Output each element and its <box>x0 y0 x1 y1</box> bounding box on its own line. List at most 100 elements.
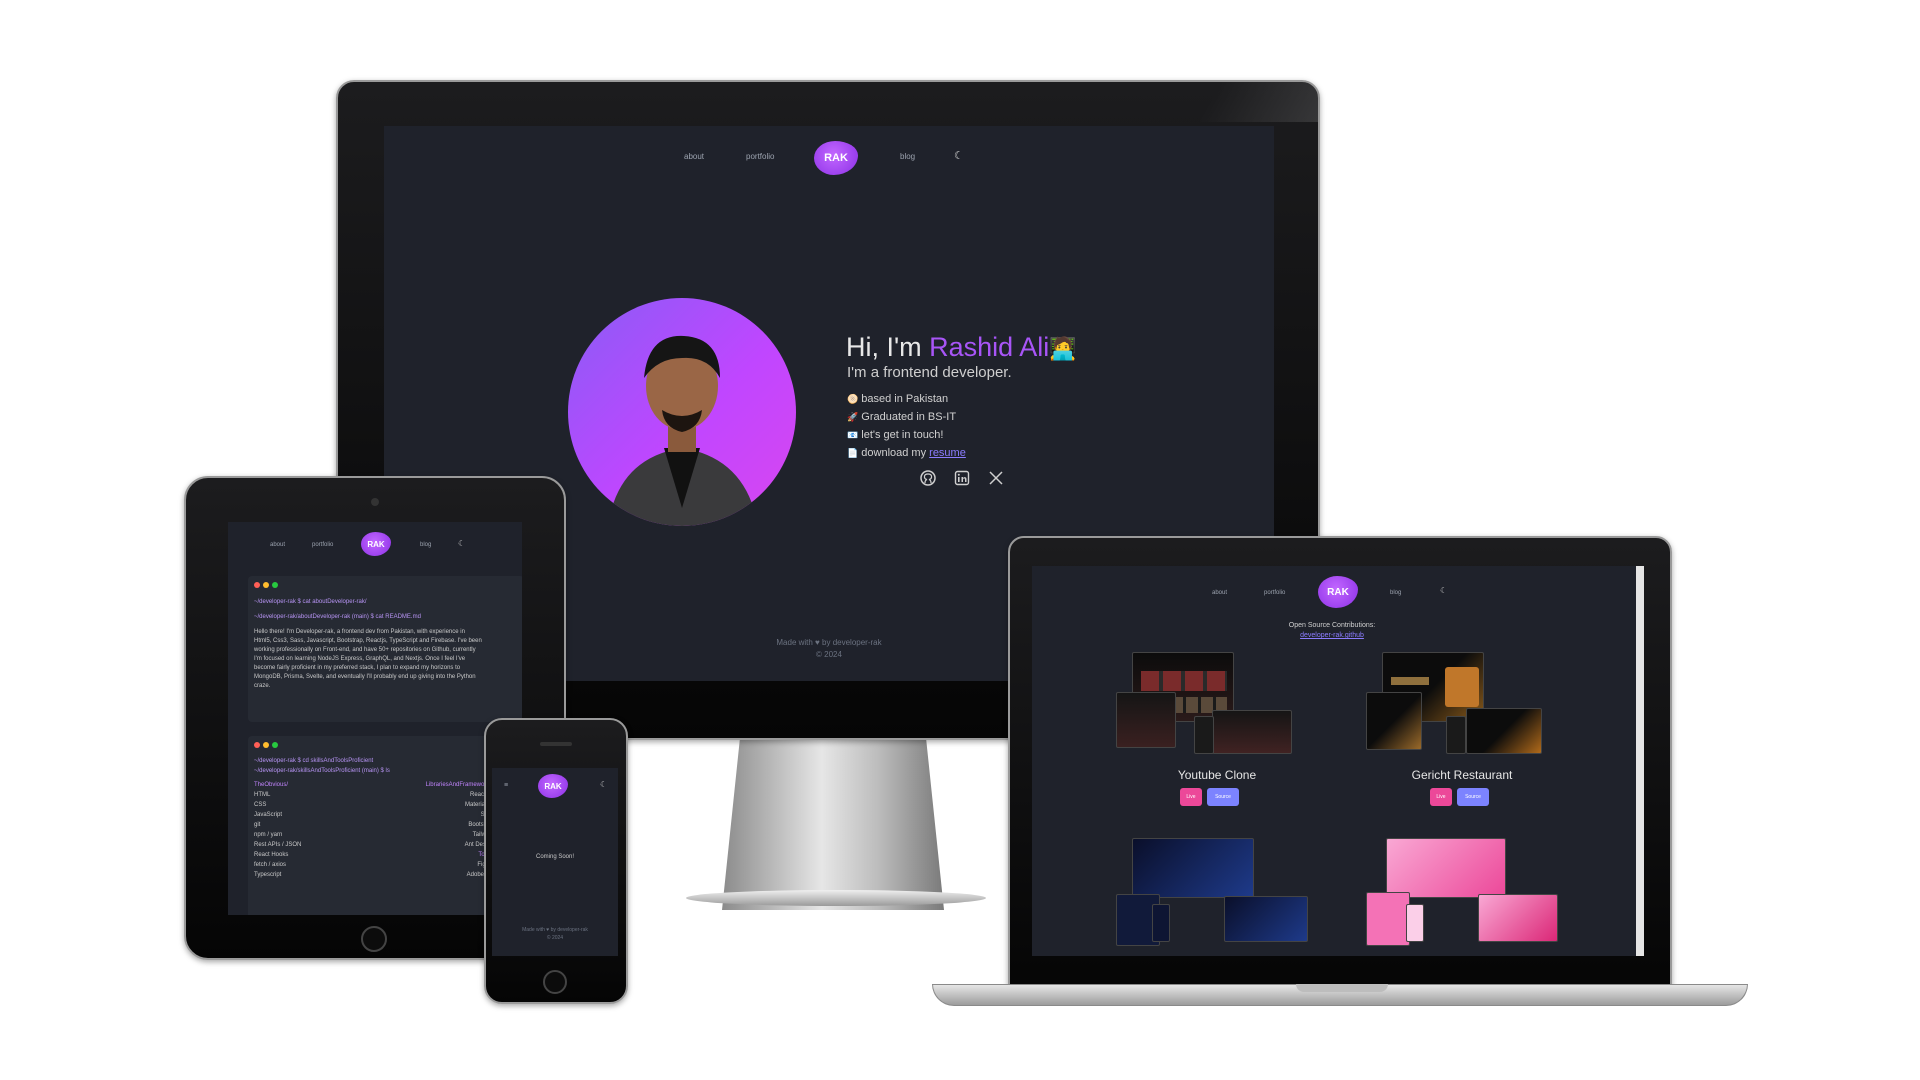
laptop-scrollbar[interactable] <box>1636 566 1644 956</box>
tablet-logo[interactable]: RAK <box>361 532 391 556</box>
laptop-navbar: about portfolio RAK blog ☾ <box>1032 566 1632 612</box>
hero-name: Rashid Ali <box>929 332 1050 362</box>
linkedin-icon[interactable] <box>954 470 970 486</box>
source-button[interactable]: Source <box>1207 788 1239 806</box>
hero-greeting: Hi, I'm <box>846 332 930 362</box>
terminal-window-dots-2 <box>254 742 518 752</box>
social-links <box>920 470 1004 486</box>
fact-contact: 📧 let's get in touch! <box>847 426 966 444</box>
project-fourth-preview[interactable] <box>1362 838 1562 950</box>
laptop-logo[interactable]: RAK <box>1318 576 1358 608</box>
x-icon[interactable] <box>988 470 1004 486</box>
phone-footer: Made with ♥ by developer-rak © 2024 <box>492 926 618 942</box>
close-dot-icon <box>254 582 260 588</box>
fact-location-text: based in Pakistan <box>861 393 949 405</box>
monitor-navbar: about portfolio RAK blog ☾ <box>384 138 1274 178</box>
tablet-nav-portfolio[interactable]: portfolio <box>312 542 333 548</box>
nav-blog-link[interactable]: blog <box>900 152 915 161</box>
project-youtube-preview[interactable] <box>1112 652 1312 762</box>
hero-subtitle: I'm a frontend developer. <box>847 364 1012 381</box>
nav-portfolio-link[interactable]: portfolio <box>746 152 774 161</box>
contrib-link[interactable]: developer-rak.github <box>1032 632 1632 639</box>
tablet-theme-moon-icon[interactable]: ☾ <box>458 539 465 548</box>
source-button[interactable]: Source <box>1457 788 1489 806</box>
preview-tablet <box>1366 692 1422 750</box>
skill-item: npm / yarn <box>254 832 283 838</box>
coder-emoji-icon: 🧑‍💻 <box>1049 336 1077 361</box>
tablet-screen: about portfolio RAK blog ☾ ~/developer-r… <box>228 522 522 915</box>
skill-item: React Hooks <box>254 852 289 858</box>
fact-education: 🚀 Graduated in BS-IT <box>847 408 966 426</box>
preview-laptop <box>1478 894 1558 942</box>
terminal-prompt-3: ~/developer-rak $ cd skillsAndToolsProfi… <box>254 758 374 764</box>
tablet-camera <box>371 498 379 506</box>
phone-logo[interactable]: RAK <box>538 774 568 798</box>
live-button[interactable]: Live <box>1430 788 1452 806</box>
profile-avatar <box>568 298 796 526</box>
terminal-prompt-4: ~/developer-rak/skillsAndToolsProficient… <box>254 768 390 774</box>
laptop-nav-about[interactable]: about <box>1212 590 1227 596</box>
preview-phone <box>1194 716 1214 754</box>
hero-heading: Hi, I'm Rashid Ali🧑‍💻 <box>846 332 1077 363</box>
laptop-nav-portfolio[interactable]: portfolio <box>1264 590 1285 596</box>
skill-item: Rest APIs / JSON <box>254 842 302 848</box>
flatbread-icon: 🫓 <box>847 394 859 404</box>
project-buttons-gericht: Live Source <box>1430 788 1489 806</box>
preview-tablet <box>1116 692 1176 748</box>
preview-desktop <box>1132 838 1254 898</box>
tablet-home-button[interactable] <box>361 926 387 952</box>
laptop-screen: about portfolio RAK blog ☾ Open Source C… <box>1032 566 1644 956</box>
maximize-dot-icon <box>272 742 278 748</box>
github-icon[interactable] <box>920 470 936 486</box>
skill-item: CSS <box>254 802 267 808</box>
phone-footer-credit: Made with ♥ by developer-rak <box>522 927 588 933</box>
resume-link[interactable]: resume <box>929 447 966 459</box>
phone-home-button[interactable] <box>543 970 567 994</box>
skill-item: HTML <box>254 792 271 798</box>
terminal-prompt-1: ~/developer-rak $ cat aboutDeveloper-rak… <box>254 599 367 605</box>
laptop-theme-moon-icon[interactable]: ☾ <box>1440 586 1447 595</box>
preview-phone <box>1152 904 1170 942</box>
phone-footer-year: © 2024 <box>546 935 564 941</box>
tablet-nav-about[interactable]: about <box>270 542 285 548</box>
phone-speaker <box>540 742 572 746</box>
project-third-preview[interactable] <box>1112 838 1312 950</box>
preview-tablet <box>1366 892 1410 946</box>
theme-toggle-moon-icon[interactable]: ☾ <box>954 149 964 162</box>
laptop-notch <box>1296 984 1388 992</box>
email-icon: 📧 <box>847 430 859 440</box>
laptop-nav-blog[interactable]: blog <box>1390 590 1401 596</box>
live-button[interactable]: Live <box>1180 788 1202 806</box>
phone-coming-soon: Coming Soon! <box>535 854 575 860</box>
project-gericht-preview[interactable] <box>1362 652 1562 762</box>
minimize-dot-icon <box>263 582 269 588</box>
preview-phone <box>1446 716 1466 754</box>
nav-about-link[interactable]: about <box>684 152 704 161</box>
fact-contact-text[interactable]: let's get in touch! <box>861 429 943 441</box>
skill-item: git <box>254 822 261 828</box>
fact-location: 🫓 based in Pakistan <box>847 390 966 408</box>
preview-desktop <box>1386 838 1506 898</box>
project-title-youtube: Youtube Clone <box>1177 768 1257 782</box>
project-title-gericht: Gericht Restaurant <box>1411 768 1513 782</box>
terminal-window-dots <box>254 582 518 592</box>
tablet-terminal-skills: ~/developer-rak $ cd skillsAndToolsProfi… <box>248 736 522 915</box>
phone-screen: ≡ RAK ☾ Coming Soon! Made with ♥ by deve… <box>492 768 618 956</box>
skills-columns: TheObvious/ HTML CSS JavaScript git npm … <box>254 780 494 880</box>
tablet-terminal-about: ~/developer-rak $ cat aboutDeveloper-rak… <box>248 576 522 722</box>
fact-education-text: Graduated in BS-IT <box>861 411 957 423</box>
minimize-dot-icon <box>263 742 269 748</box>
preview-phone <box>1406 904 1424 942</box>
close-dot-icon <box>254 742 260 748</box>
monitor-stand <box>722 740 944 910</box>
tablet-nav-blog[interactable]: blog <box>420 542 431 548</box>
fact-resume-text: download my <box>861 447 930 459</box>
preview-laptop <box>1224 896 1308 942</box>
phone-theme-moon-icon[interactable]: ☾ <box>600 780 607 789</box>
preview-laptop <box>1466 708 1542 754</box>
site-logo[interactable]: RAK <box>814 141 858 175</box>
phone-menu-icon[interactable]: ≡ <box>504 782 508 789</box>
skills-col-1: TheObvious/ HTML CSS JavaScript git npm … <box>254 780 301 880</box>
contrib-title: Open Source Contributions: <box>1288 622 1376 629</box>
monitor-glare <box>1140 82 1318 122</box>
